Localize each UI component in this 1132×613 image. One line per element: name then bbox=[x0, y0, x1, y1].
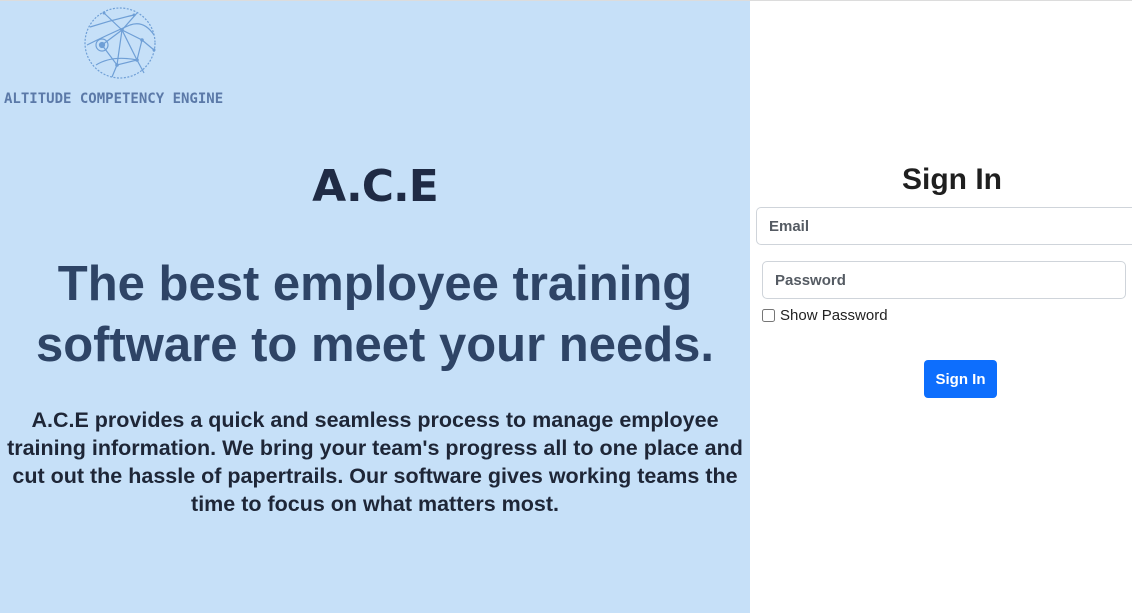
login-page: ALTITUDE COMPETENCY ENGINE A.C.E The bes… bbox=[0, 0, 1132, 613]
headline: The best employee training software to m… bbox=[0, 254, 750, 376]
hero-panel: ALTITUDE COMPETENCY ENGINE A.C.E The bes… bbox=[0, 1, 750, 613]
description-line: cut out the hassle of papertrails. Our s… bbox=[12, 464, 738, 488]
description-line: time to focus on what matters most. bbox=[191, 492, 559, 516]
description-line: training information. We bring your team… bbox=[7, 436, 743, 460]
signin-title: Sign In bbox=[902, 163, 1002, 196]
show-password-label: Show Password bbox=[780, 307, 888, 324]
signin-button[interactable]: Sign In bbox=[924, 360, 997, 398]
brand-title: A.C.E bbox=[312, 161, 439, 212]
email-input[interactable] bbox=[756, 207, 1132, 245]
description-line: A.C.E provides a quick and seamless proc… bbox=[31, 408, 719, 432]
headline-line: The best employee training bbox=[57, 257, 693, 311]
show-password-checkbox[interactable] bbox=[762, 309, 775, 322]
show-password-toggle[interactable]: Show Password bbox=[762, 307, 888, 324]
password-input[interactable] bbox=[762, 261, 1126, 299]
headline-line: software to meet your needs. bbox=[35, 318, 714, 372]
description: A.C.E provides a quick and seamless proc… bbox=[0, 406, 750, 518]
signin-panel: Sign In Show Password Sign In bbox=[750, 1, 1132, 613]
globe-network-icon bbox=[84, 7, 156, 79]
logo-text: ALTITUDE COMPETENCY ENGINE bbox=[4, 91, 224, 107]
logo: ALTITUDE COMPETENCY ENGINE bbox=[4, 5, 244, 109]
